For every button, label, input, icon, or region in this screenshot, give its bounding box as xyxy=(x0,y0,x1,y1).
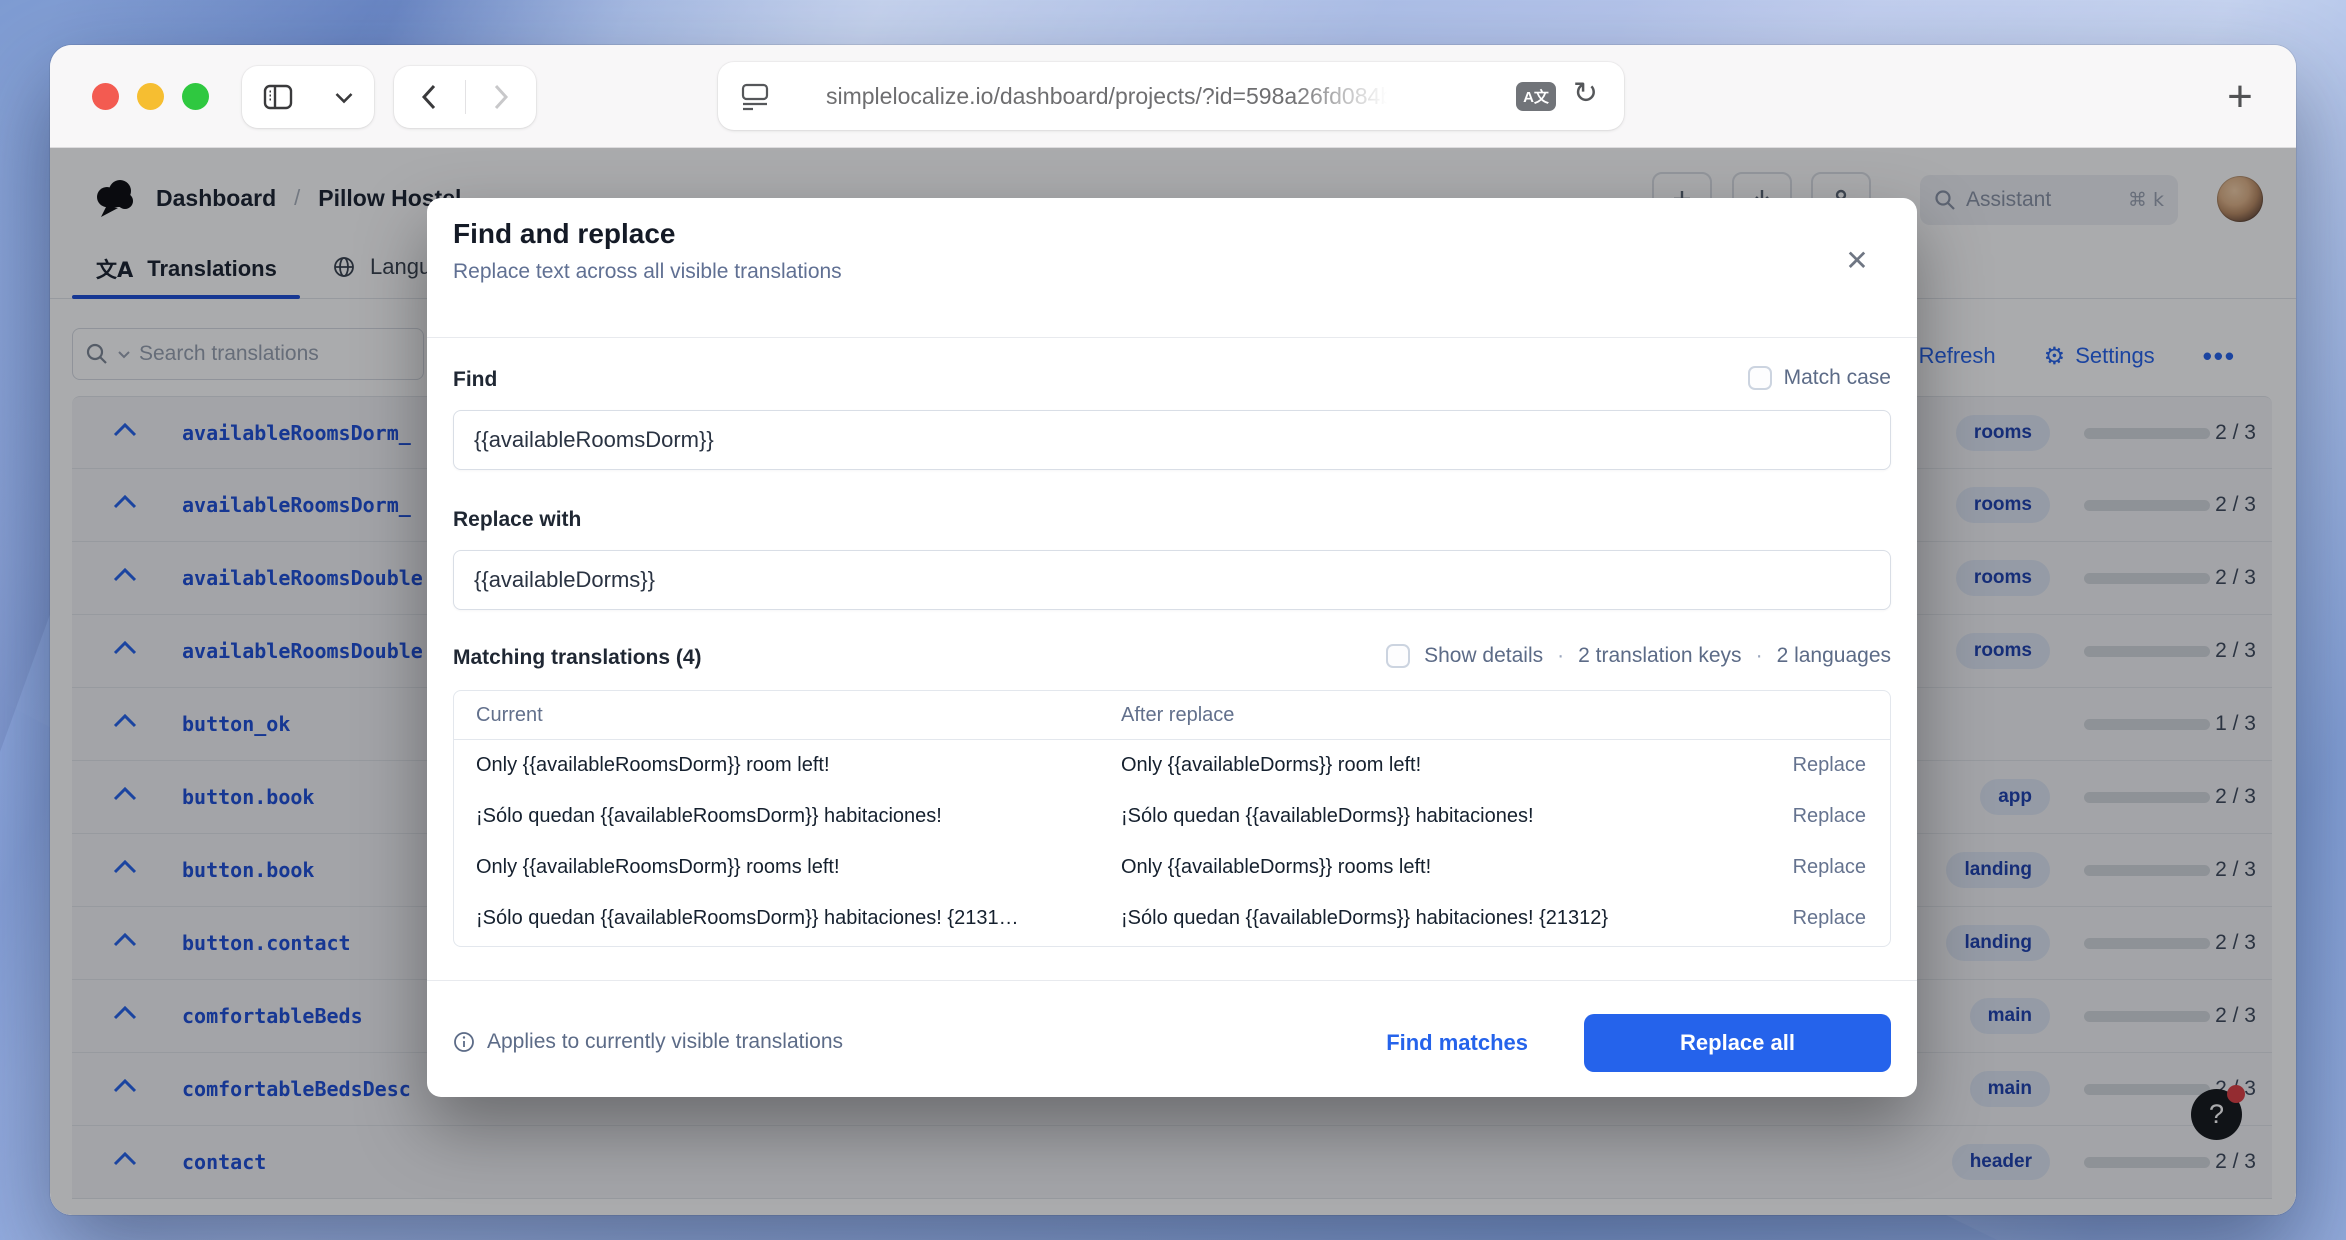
show-details-checkbox[interactable] xyxy=(1386,644,1410,668)
replace-input[interactable] xyxy=(453,550,1891,610)
column-current: Current xyxy=(476,704,1121,727)
sidebar-controls xyxy=(242,66,374,128)
zoom-window-button[interactable] xyxy=(182,83,209,110)
find-matches-button[interactable]: Find matches xyxy=(1386,1030,1528,1056)
footer-note: Applies to currently visible translation… xyxy=(453,1030,843,1054)
matching-translations-label: Matching translations (4) xyxy=(453,646,702,670)
current-value: ¡Sólo quedan {{availableRoomsDorm}} habi… xyxy=(476,907,1121,930)
table-row: Only {{availableRoomsDorm}} room left! O… xyxy=(454,740,1890,791)
reload-icon[interactable]: ↻ xyxy=(1573,76,1598,111)
find-input[interactable] xyxy=(453,410,1891,470)
column-after-replace: After replace xyxy=(1121,704,1756,727)
desktop: Dashboard / Pillow Hostel xyxy=(0,0,2346,1240)
sidebar-toggle-icon[interactable] xyxy=(262,82,294,112)
replace-with-label: Replace with xyxy=(453,508,581,532)
table-row: ¡Sólo quedan {{availableRoomsDorm}} habi… xyxy=(454,893,1890,944)
new-tab-button[interactable]: + xyxy=(2210,67,2270,127)
close-icon[interactable]: ✕ xyxy=(1835,238,1879,282)
modal-footer-divider xyxy=(427,980,1917,981)
find-label: Find xyxy=(453,368,497,392)
find-replace-modal: Find and replace Replace text across all… xyxy=(427,198,1917,1097)
current-value: Only {{availableRoomsDorm}} room left! xyxy=(476,754,1121,777)
modal-header-divider xyxy=(427,337,1917,338)
table-row: Only {{availableRoomsDorm}} rooms left! … xyxy=(454,842,1890,893)
after-value: Only {{availableDorms}} rooms left! xyxy=(1121,856,1756,879)
match-case-checkbox[interactable] xyxy=(1748,366,1772,390)
back-button[interactable] xyxy=(394,66,465,128)
address-bar[interactable]: simplelocalize.io/dashboard/projects/?id… xyxy=(718,62,1624,130)
browser-chrome: simplelocalize.io/dashboard/projects/?id… xyxy=(50,45,2296,148)
modal-title: Find and replace xyxy=(453,218,676,250)
after-value: ¡Sólo quedan {{availableDorms}} habitaci… xyxy=(1121,805,1756,828)
current-value: Only {{availableRoomsDorm}} rooms left! xyxy=(476,856,1121,879)
matching-meta: Show details · 2 translation keys · 2 la… xyxy=(1386,644,1891,668)
show-details-label: Show details xyxy=(1424,644,1543,668)
nav-controls xyxy=(394,66,536,128)
url-text: simplelocalize.io/dashboard/projects/?id… xyxy=(826,62,1393,130)
minimize-window-button[interactable] xyxy=(137,83,164,110)
chevron-down-icon[interactable] xyxy=(334,91,354,104)
browser-window: Dashboard / Pillow Hostel xyxy=(50,45,2296,1215)
matching-translations-table: Current After replace Only {{availableRo… xyxy=(453,690,1891,947)
replace-all-button[interactable]: Replace all xyxy=(1584,1014,1891,1072)
current-value: ¡Sólo quedan {{availableRoomsDorm}} habi… xyxy=(476,805,1121,828)
replace-link[interactable]: Replace xyxy=(1756,805,1866,828)
replace-link[interactable]: Replace xyxy=(1756,754,1866,777)
close-window-button[interactable] xyxy=(92,83,119,110)
page-format-icon[interactable] xyxy=(738,79,772,113)
after-value: Only {{availableDorms}} room left! xyxy=(1121,754,1756,777)
translate-page-icon[interactable]: A文 xyxy=(1516,82,1556,111)
stat-translation-keys: 2 translation keys xyxy=(1578,644,1741,668)
modal-subtitle: Replace text across all visible translat… xyxy=(453,260,842,284)
table-row: ¡Sólo quedan {{availableRoomsDorm}} habi… xyxy=(454,791,1890,842)
forward-button[interactable] xyxy=(466,66,537,128)
replace-link[interactable]: Replace xyxy=(1756,907,1866,930)
stat-languages: 2 languages xyxy=(1777,644,1891,668)
info-icon xyxy=(453,1031,475,1053)
match-case-option[interactable]: Match case xyxy=(1748,366,1891,390)
table-header: Current After replace xyxy=(454,691,1890,740)
after-value: ¡Sólo quedan {{availableDorms}} habitaci… xyxy=(1121,907,1756,930)
replace-link[interactable]: Replace xyxy=(1756,856,1866,879)
